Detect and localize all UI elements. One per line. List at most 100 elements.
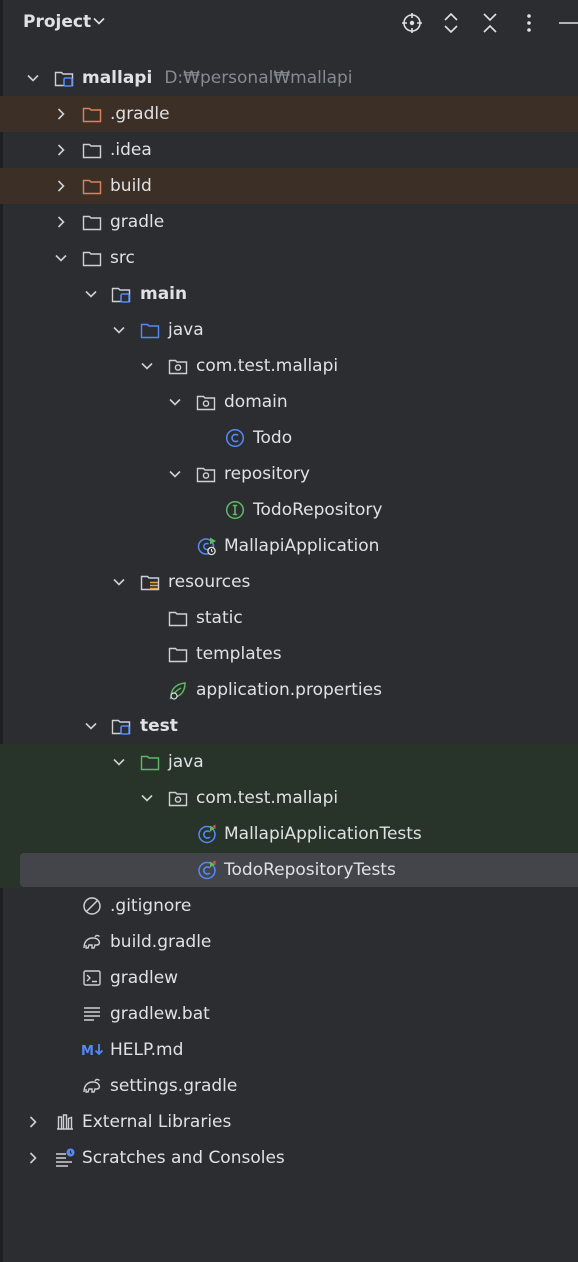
tree-item-mallapi-application[interactable]: MallapiApplication [0,528,578,564]
scratches-icon [56,1148,75,1167]
folder-icon [82,215,102,231]
package-icon [196,467,216,483]
tree-item-scratches[interactable]: Scratches and Consoles [0,1140,578,1176]
tree-item-application-properties[interactable]: application.properties [0,672,578,708]
folder-icon [82,251,102,267]
tree-item-label: MallapiApplication [224,536,380,556]
tree-item-label: com.test.mallapi [196,356,339,376]
interface-icon [225,500,245,520]
chevron-right-icon[interactable] [26,1115,40,1129]
tree-item-label: MallapiApplicationTests [224,824,422,844]
excluded-folder-icon [82,107,102,123]
tree-item-label: HELP.md [110,1040,184,1060]
tree-item-domain[interactable]: domain [0,384,578,420]
chevron-right-icon[interactable] [54,143,68,157]
collapse-all-icon[interactable] [480,12,500,34]
tree-item-label: main [140,284,188,304]
tree-item-settings-gradle[interactable]: settings.gradle [0,1068,578,1104]
chevron-down-icon[interactable] [168,467,182,481]
tree-item-todo[interactable]: Todo [0,420,578,456]
tree-item-gradlew-bat[interactable]: gradlew.bat [0,996,578,1032]
tree-item-label: templates [196,644,282,664]
module-folder-icon [111,287,131,303]
chevron-down-icon[interactable] [84,719,98,733]
expand-collapse-icon[interactable] [441,12,461,34]
chevron-right-icon[interactable] [54,215,68,229]
test-class-icon [198,860,216,880]
chevron-down-icon[interactable] [112,575,126,589]
tree-item-label: gradlew.bat [110,1004,210,1024]
chevron-right-icon[interactable] [26,1151,40,1165]
module-folder-icon [54,71,74,87]
tree-item-main-java[interactable]: java [0,312,578,348]
tree-item-build[interactable]: build [0,168,578,204]
chevron-down-icon[interactable] [92,14,106,28]
locate-icon[interactable] [401,12,423,34]
tree-item-idea[interactable]: .idea [0,132,578,168]
tree-item-resources[interactable]: resources [0,564,578,600]
spring-properties-icon [169,682,186,700]
tree-item-gitignore[interactable]: .gitignore [0,888,578,924]
tree-item-src[interactable]: src [0,240,578,276]
test-class-icon [198,824,216,844]
tree-item-mallapi[interactable]: mallapi D:₩personal₩mallapi [0,60,578,96]
tree-item-label: application.properties [196,680,382,700]
package-icon [196,395,216,411]
folder-icon [168,647,188,663]
tree-item-repository[interactable]: repository [0,456,578,492]
tree-item-gradlew[interactable]: gradlew [0,960,578,996]
tree-item-label: java [168,320,204,340]
chevron-down-icon[interactable] [26,71,40,85]
shell-script-icon [83,970,101,986]
tree-item-main[interactable]: main [0,276,578,312]
ignore-file-icon [83,897,101,915]
tree-item-label: Scratches and Consoles [82,1148,285,1168]
hide-icon[interactable] [557,12,578,34]
project-tree: mallapi D:₩personal₩mallapi .gradle .idea… [0,60,578,1176]
library-icon [57,1114,73,1130]
tree-item-external-libraries[interactable]: External Libraries [0,1104,578,1140]
gradle-icon [83,1078,101,1093]
tree-item-label: build [110,176,152,196]
tree-item-label: settings.gradle [110,1076,238,1096]
tree-item-test-java[interactable]: java [0,744,578,780]
module-folder-icon [111,719,131,735]
chevron-down-icon[interactable] [168,395,182,409]
chevron-down-icon[interactable] [140,791,154,805]
tree-item-label: gradle [110,212,165,232]
tree-item-label: .gradle [110,104,170,124]
chevron-right-icon[interactable] [54,107,68,121]
tree-item-label: repository [224,464,310,484]
tree-item-todo-repository[interactable]: TodoRepository [0,492,578,528]
tree-item-templates[interactable]: templates [0,636,578,672]
package-icon [168,359,188,375]
tree-item-static[interactable]: static [0,600,578,636]
tree-item-todo-repository-tests[interactable]: TodoRepositoryTests [0,852,578,888]
tree-item-label: java [168,752,204,772]
tree-item-main-package[interactable]: com.test.mallapi [0,348,578,384]
tree-item-label: build.gradle [110,932,212,952]
chevron-down-icon[interactable] [84,287,98,301]
chevron-down-icon[interactable] [54,251,68,265]
project-toolbar: Project [0,0,578,48]
tree-item-help-md[interactable]: M HELP.md [0,1032,578,1068]
tree-item-label: mallapi D:₩personal₩mallapi [82,68,353,88]
text-file-icon [84,1007,100,1021]
tree-item-gradle[interactable]: gradle [0,204,578,240]
chevron-right-icon[interactable] [54,179,68,193]
folder-icon [82,143,102,159]
tree-item-test[interactable]: test [0,708,578,744]
svg-text:M: M [81,1044,94,1059]
chevron-down-icon[interactable] [112,755,126,769]
more-options-icon[interactable] [519,12,539,34]
tree-item-label: static [196,608,243,628]
tree-item-mallapi-application-tests[interactable]: MallapiApplicationTests [0,816,578,852]
tree-item-build-gradle[interactable]: build.gradle [0,924,578,960]
class-icon [225,428,245,448]
tree-item-test-package[interactable]: com.test.mallapi [0,780,578,816]
project-view-title[interactable]: Project [23,12,91,32]
chevron-down-icon[interactable] [140,359,154,373]
tree-item-gradle-hidden[interactable]: .gradle [0,96,578,132]
chevron-down-icon[interactable] [112,323,126,337]
tree-item-label: gradlew [110,968,179,988]
